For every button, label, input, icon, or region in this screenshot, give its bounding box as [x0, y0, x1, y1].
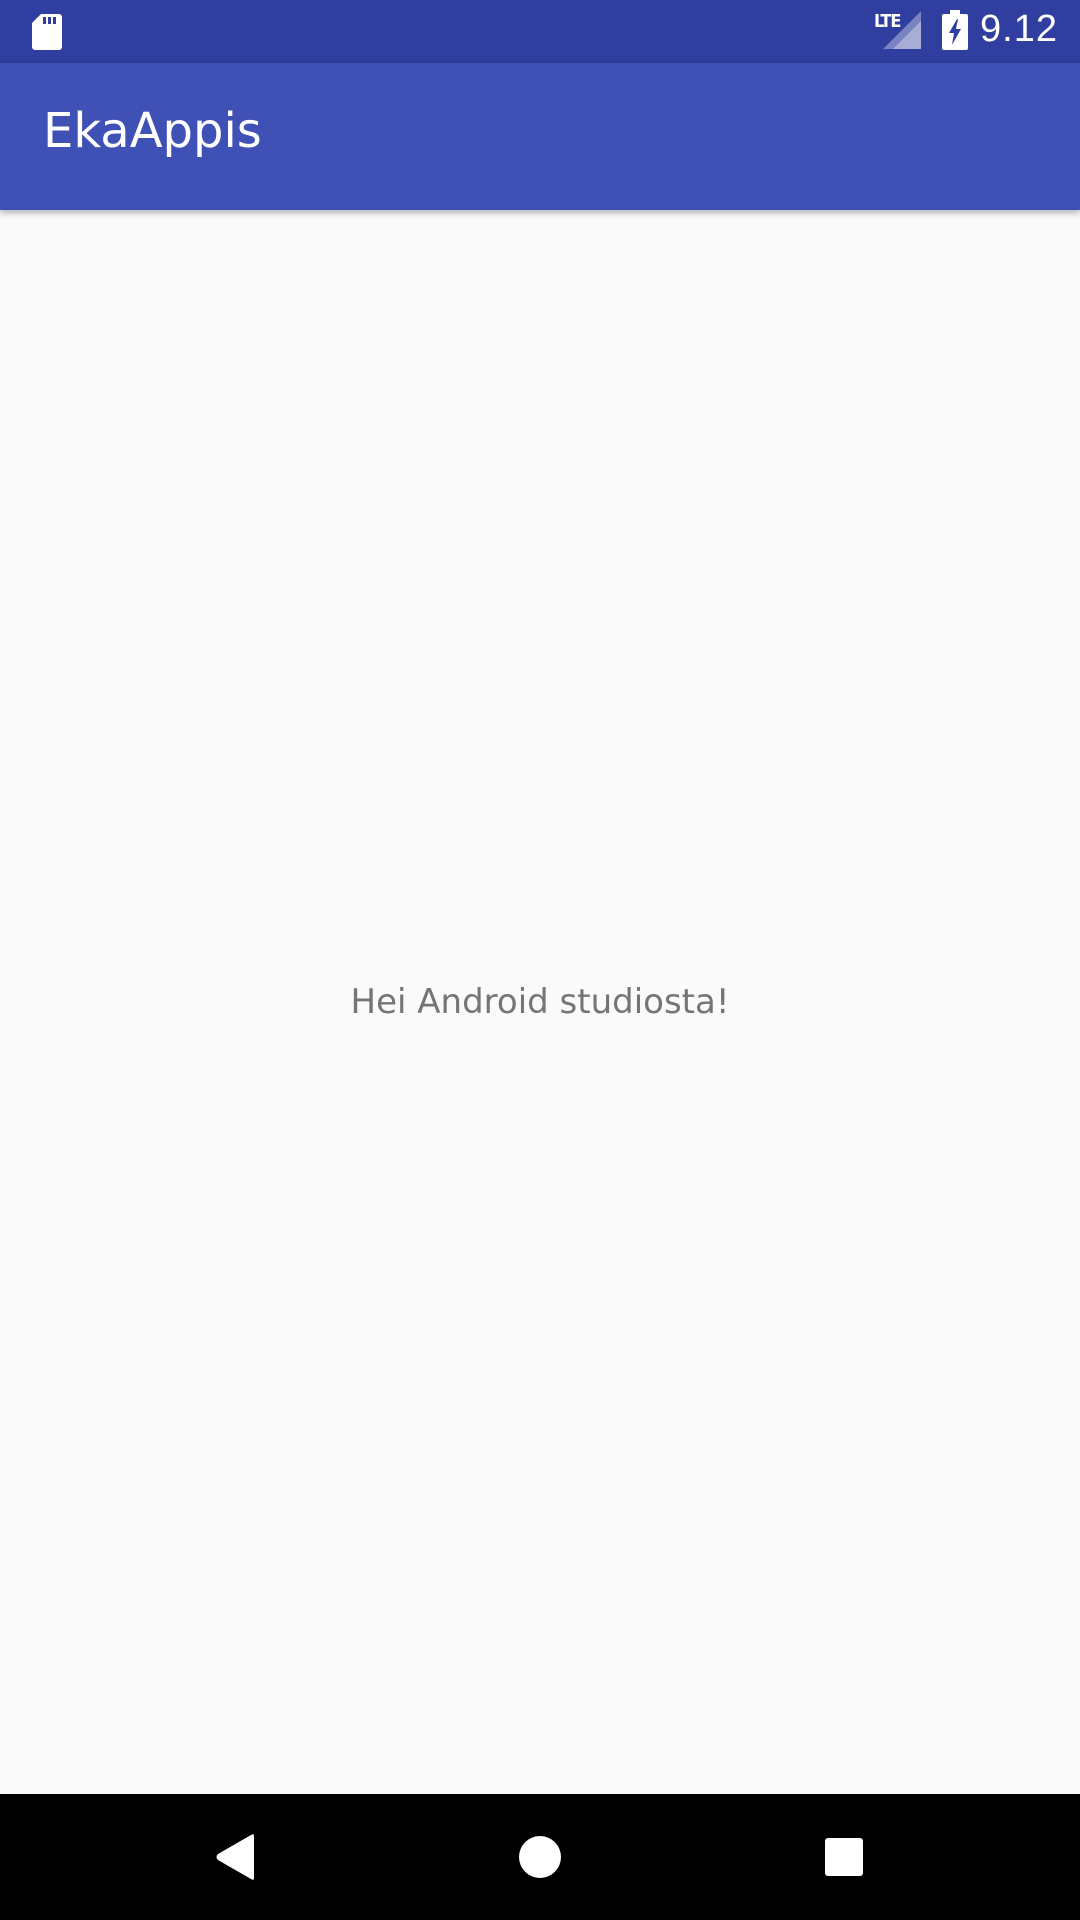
- app-bar: EkaAppis: [0, 63, 1080, 210]
- home-icon: [519, 1836, 561, 1878]
- recents-icon: [825, 1838, 863, 1876]
- battery-charging-icon: [942, 10, 968, 50]
- app-title: EkaAppis: [43, 103, 262, 159]
- navigation-bar: [0, 1794, 1080, 1920]
- home-button[interactable]: [510, 1827, 570, 1887]
- screen: LTE 9.12 EkaAppis Hei Android studiosta!: [0, 0, 1080, 1920]
- sd-card-icon: [32, 14, 62, 50]
- status-clock: 9.12: [980, 8, 1058, 50]
- signal-icon: [883, 11, 921, 49]
- hello-message: Hei Android studiosta!: [350, 982, 730, 1022]
- recents-button[interactable]: [814, 1827, 874, 1887]
- back-icon: [216, 1834, 254, 1880]
- main-content: Hei Android studiosta!: [0, 210, 1080, 1794]
- status-bar: LTE 9.12: [0, 0, 1080, 63]
- back-button[interactable]: [206, 1827, 266, 1887]
